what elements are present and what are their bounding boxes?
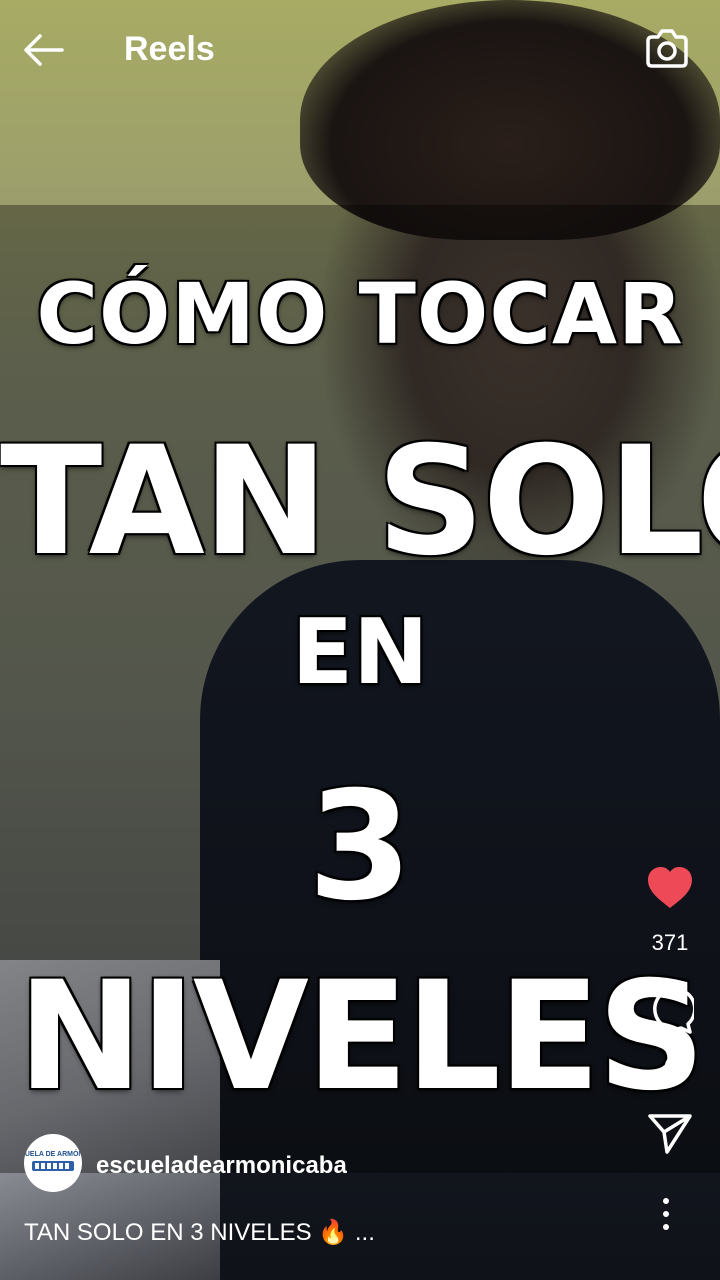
overlay-line-3: EN [291,600,429,705]
like-count: 371 [651,930,689,955]
overlay-line-1: CÓMO TOCAR [36,265,684,363]
school-logo-icon: ESCUELA DE ARMÓNICA [24,1149,82,1171]
overlay-line-4: 3 [307,760,413,934]
camera-button[interactable] [644,28,690,70]
comment-count: 6 [663,1054,677,1079]
more-options-button[interactable] [656,1196,676,1232]
avatar[interactable]: ESCUELA DE ARMÓNICA [24,1134,82,1192]
back-button[interactable] [22,30,66,70]
post-info: ESCUELA DE ARMÓNICA escueladearmonicaba … [0,1130,720,1280]
page-title: Reels [124,30,215,68]
top-bar: Reels [0,0,720,100]
overlay-line-2: TAN SOLO [0,415,720,589]
heart-icon [648,867,692,908]
back-arrow-icon [24,34,64,66]
comment-button[interactable] [620,986,720,1039]
caption[interactable]: TAN SOLO EN 3 NIVELES 🔥 ... [24,1218,375,1247]
username[interactable]: escueladearmonicaba [96,1152,347,1180]
camera-icon [646,29,688,68]
reel-screen[interactable]: CÓMO TOCAR TAN SOLO EN 3 NIVELES Reels 3… [0,0,720,1280]
overlay-line-5: NIVELES [17,950,706,1124]
avatar-text: ESCUELA DE ARMÓNICA [24,1149,82,1158]
like-button[interactable] [620,866,720,915]
more-options-icon [663,1198,669,1230]
comment-icon [653,987,697,1034]
